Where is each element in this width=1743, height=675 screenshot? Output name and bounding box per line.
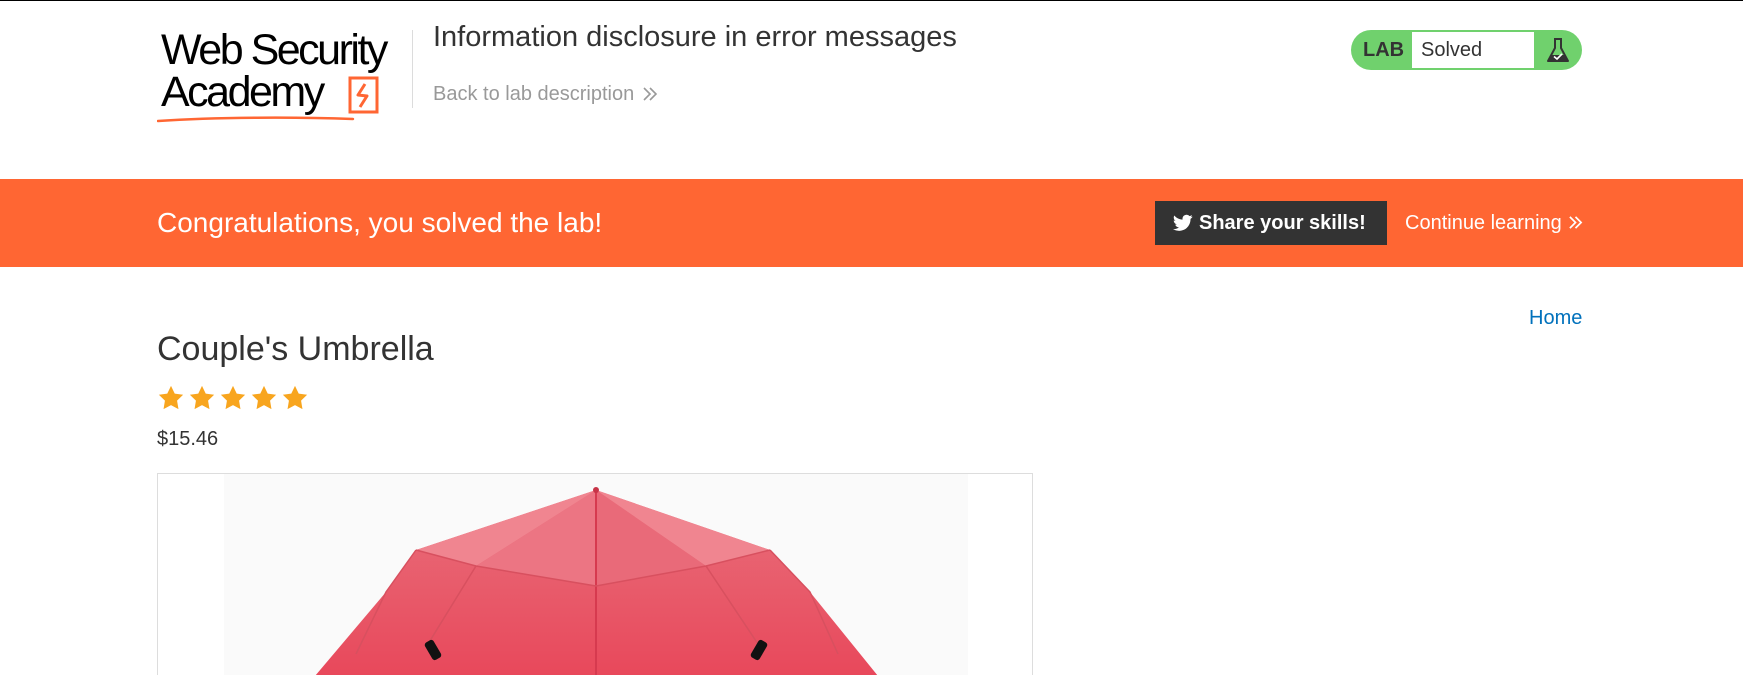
star-icon <box>251 385 277 410</box>
share-your-skills-button[interactable]: Share your skills! <box>1155 201 1387 245</box>
continue-learning-label: Continue learning <box>1405 212 1562 234</box>
lab-status-badge: LAB Solved <box>1351 30 1582 70</box>
double-chevron-right-icon <box>643 87 658 101</box>
continue-learning-link[interactable]: Continue learning <box>1405 179 1583 267</box>
product-image <box>157 473 1033 675</box>
back-to-lab-description-link[interactable]: Back to lab description <box>433 82 658 106</box>
star-icon <box>282 385 308 410</box>
congratulations-message: Congratulations, you solved the lab! <box>157 207 603 238</box>
lab-status-label: LAB <box>1363 39 1405 61</box>
product-price: $15.46 <box>157 428 219 450</box>
logo-bolt-icon <box>348 76 379 114</box>
double-chevron-right-icon <box>1569 216 1583 229</box>
star-icon <box>220 385 246 410</box>
header: Web Security Academy Information disclos… <box>0 1 1743 179</box>
product-title: Couple's Umbrella <box>157 330 434 368</box>
logo-underline <box>157 116 355 123</box>
star-icon <box>158 385 184 410</box>
share-button-label: Share your skills! <box>1199 212 1366 234</box>
flask-icon <box>1547 38 1569 62</box>
logo-text-line2: Academy <box>161 68 325 116</box>
logo-text-line1: Web Security <box>161 26 388 74</box>
home-link[interactable]: Home <box>1529 305 1582 331</box>
web-security-academy-logo[interactable]: Web Security Academy <box>157 26 407 123</box>
lab-status-state: Solved <box>1412 32 1534 68</box>
back-link-label: Back to lab description <box>433 83 635 105</box>
twitter-icon <box>1173 214 1193 231</box>
star-icon <box>189 385 215 410</box>
red-umbrella-image <box>224 474 968 675</box>
lab-title: Information disclosure in error messages <box>433 21 957 53</box>
header-divider <box>412 30 413 108</box>
solved-banner: Congratulations, you solved the lab! Sha… <box>0 179 1743 267</box>
